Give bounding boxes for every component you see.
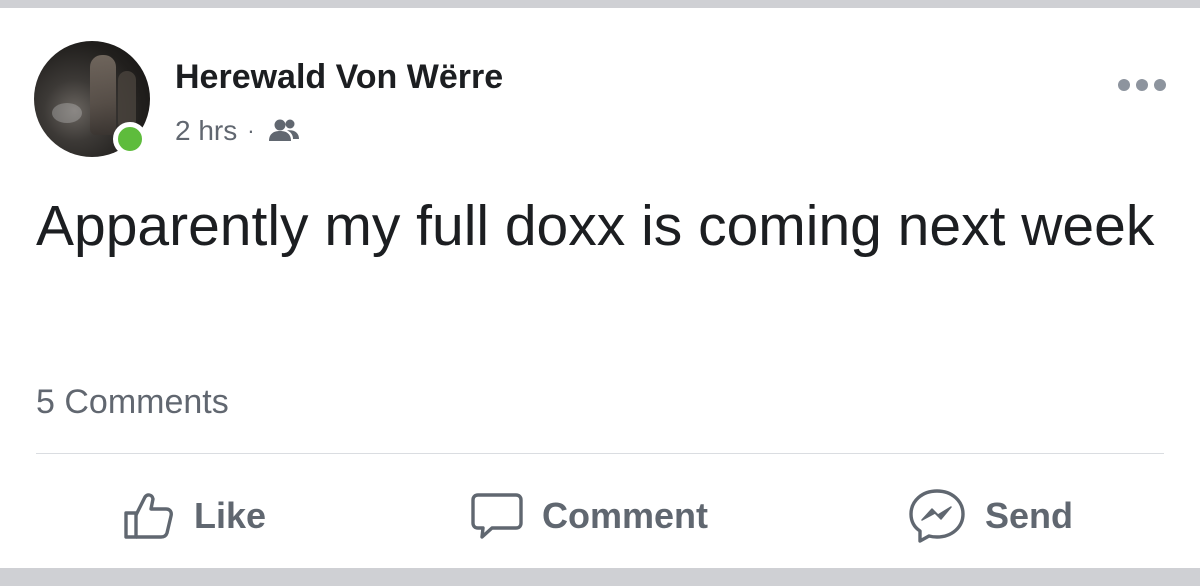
comment-bubble-icon [470,491,524,541]
avatar-photo-glow [52,103,82,123]
post-timestamp[interactable]: 2 hrs [175,115,237,147]
more-options-icon[interactable] [1112,70,1172,100]
more-dot [1154,79,1166,91]
post-card: Herewald Von Wërre 2 hrs · Apparently my… [0,8,1200,568]
avatar-photo-figure [90,55,116,135]
thumbs-up-icon [122,491,176,541]
actions-divider [36,453,1164,454]
messenger-icon [907,488,967,544]
friends-icon[interactable] [267,117,301,145]
more-dot [1118,79,1130,91]
more-dot [1136,79,1148,91]
comment-button[interactable]: Comment [470,486,708,546]
author-avatar-wrap[interactable] [34,41,152,159]
like-button[interactable]: Like [122,486,266,546]
feed-top-divider [0,0,1200,8]
comment-count[interactable]: 5 Comments [36,383,229,422]
comment-label: Comment [542,495,709,536]
author-name[interactable]: Herewald Von Wërre [175,58,503,97]
send-label: Send [985,495,1074,536]
feed-bottom-divider [0,568,1200,586]
like-label: Like [194,495,267,536]
meta-separator: · [247,118,255,143]
online-status-indicator [113,122,147,156]
post-meta: 2 hrs · [175,113,301,149]
post-text: Apparently my full doxx is coming next w… [36,194,1155,258]
send-button[interactable]: Send [907,486,1073,546]
